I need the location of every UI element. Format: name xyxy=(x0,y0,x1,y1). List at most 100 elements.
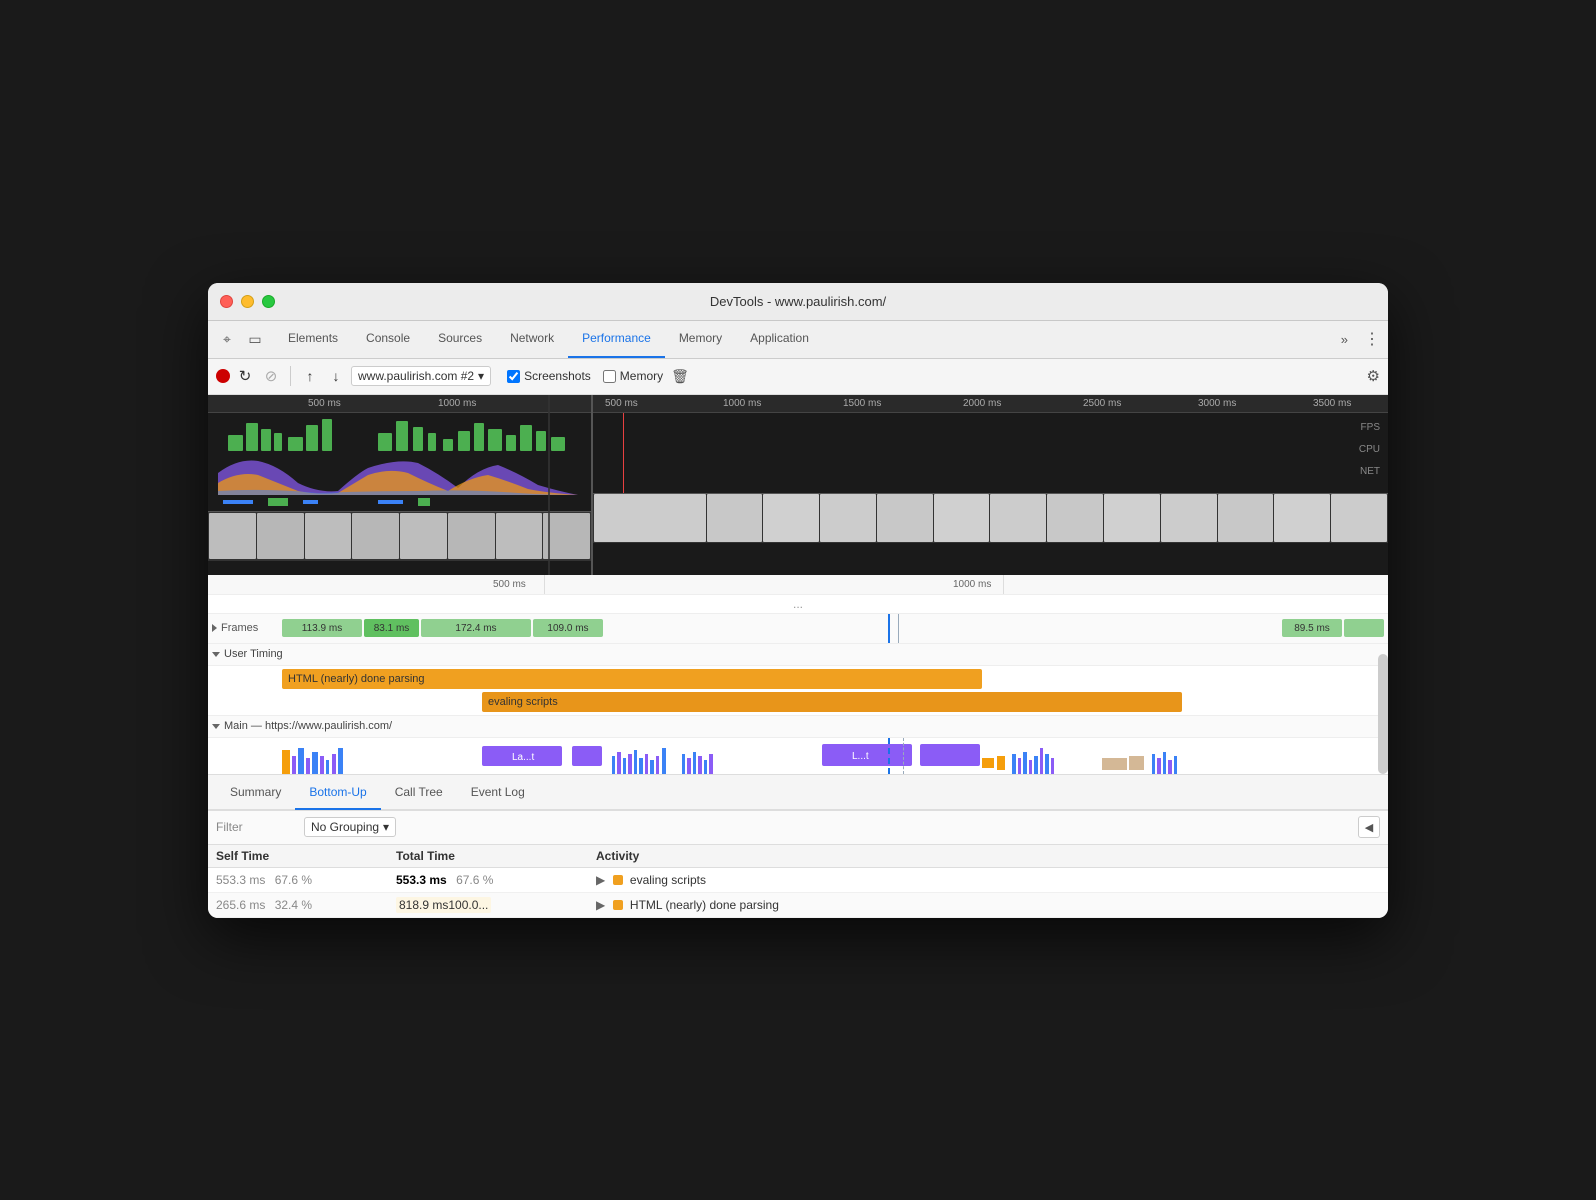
close-button[interactable] xyxy=(220,295,233,308)
svg-text:L...t: L...t xyxy=(852,751,869,762)
tab-network[interactable]: Network xyxy=(496,321,568,358)
net-label: NET xyxy=(1359,461,1380,483)
frames-expand-icon[interactable] xyxy=(212,624,217,632)
dots-separator: ... xyxy=(208,595,1388,614)
tab-event-log[interactable]: Event Log xyxy=(457,776,539,810)
timing-bar-evaling: evaling scripts xyxy=(482,692,1182,712)
table-row: 265.6 ms 32.4 % 818.9 ms100.0... ▶ HTML … xyxy=(208,892,1388,917)
header-total-time[interactable]: Total Time xyxy=(388,845,588,868)
total-time-2: 818.9 ms100.0... xyxy=(388,892,588,917)
main-label: Main — https://www.paulirish.com/ xyxy=(224,720,392,732)
frame-time-4: 109.0 ms xyxy=(547,623,588,634)
traffic-lights xyxy=(220,295,275,308)
devtools-menu-icon[interactable]: ⋮ xyxy=(1364,329,1380,349)
upload-button[interactable]: ↑ xyxy=(299,365,321,387)
expand-icon-1[interactable]: ▶ xyxy=(596,873,605,887)
frame-time-5: 89.5 ms xyxy=(1294,623,1330,634)
activity-color-1 xyxy=(613,875,623,885)
filter-row: Filter No Grouping ▾ ◀ xyxy=(208,811,1388,845)
screenshots-label: Screenshots xyxy=(524,369,591,383)
activity-2: ▶ HTML (nearly) done parsing xyxy=(588,892,1388,917)
flame-scrollbar[interactable] xyxy=(1378,654,1388,774)
data-table-container: Self Time Total Time Activity 553.3 ms 6… xyxy=(208,845,1388,918)
ruler-500: 500 ms xyxy=(605,398,638,409)
activity-color-2 xyxy=(613,900,623,910)
self-time-value-2: 265.6 ms xyxy=(216,898,265,912)
device-icon[interactable]: ▭ xyxy=(244,328,266,350)
ruler-2500: 2500 ms xyxy=(1083,398,1121,409)
stop-button[interactable]: ⊘ xyxy=(260,365,282,387)
tab-performance[interactable]: Performance xyxy=(568,321,665,358)
total-time-value-2: 818.9 ms100.0... xyxy=(396,897,491,913)
tab-summary[interactable]: Summary xyxy=(216,776,295,810)
toolbar-divider-1 xyxy=(290,366,291,386)
total-pct-1: 67.6 % xyxy=(456,873,493,887)
frame-time-1: 113.9 ms xyxy=(302,623,342,634)
ruler-1500: 1500 ms xyxy=(843,398,881,409)
grouping-select[interactable]: No Grouping ▾ xyxy=(304,817,396,837)
frame-4: 109.0 ms xyxy=(533,619,603,637)
total-time-value-1: 553.3 ms xyxy=(396,873,447,887)
recording-selector[interactable]: www.paulirish.com #2 ▾ xyxy=(351,366,491,386)
memory-checkbox[interactable] xyxy=(603,370,616,383)
tab-bottom-up[interactable]: Bottom-Up xyxy=(295,776,380,810)
nav-tabs: Elements Console Sources Network Perform… xyxy=(274,321,1333,358)
tab-call-tree[interactable]: Call Tree xyxy=(381,776,457,810)
tab-memory[interactable]: Memory xyxy=(665,321,736,358)
main-track: La...t xyxy=(208,738,1388,774)
timing-bar-evaling-label: evaling scripts xyxy=(488,696,558,708)
activity-1: ▶ evaling scripts xyxy=(588,867,1388,892)
collapse-button[interactable]: ◀ xyxy=(1358,816,1380,838)
inspect-icon[interactable]: ⌖ xyxy=(216,328,238,350)
time-axis: 500 ms 1000 ms xyxy=(208,575,1388,595)
download-button[interactable]: ↓ xyxy=(325,365,347,387)
self-pct-2: 32.4 % xyxy=(275,898,312,912)
frames-content: 113.9 ms 83.1 ms 172.4 ms 109.0 ms 89.5 … xyxy=(282,619,1384,637)
tab-sources[interactable]: Sources xyxy=(424,321,496,358)
more-tabs-button[interactable]: » xyxy=(1333,332,1356,347)
table-row: 553.3 ms 67.6 % 553.3 ms 67.6 % ▶ evalin… xyxy=(208,867,1388,892)
frame-6 xyxy=(1344,619,1384,637)
flame-chart-area: 500 ms 1000 ms ... Frames 113.9 ms 83.1 … xyxy=(208,575,1388,775)
left-ruler-1000: 1000 ms xyxy=(438,398,476,409)
frame-time-2: 83.1 ms xyxy=(374,623,410,634)
time-500: 500 ms xyxy=(493,579,526,590)
header-activity[interactable]: Activity xyxy=(588,845,1388,868)
screenshots-checkbox-group: Screenshots xyxy=(507,369,591,383)
clear-button[interactable]: 🗑 xyxy=(671,368,689,385)
main-expand-icon[interactable] xyxy=(212,724,220,729)
reload-button[interactable]: ↻ xyxy=(234,365,256,387)
toolbar: ↻ ⊘ ↑ ↓ www.paulirish.com #2 ▾ Screensho… xyxy=(208,359,1388,395)
self-time-1: 553.3 ms 67.6 % xyxy=(208,867,388,892)
cpu-label: CPU xyxy=(1359,439,1380,461)
nav-icons: ⌖ ▭ xyxy=(216,328,266,350)
timing-bars: HTML (nearly) done parsing evaling scrip… xyxy=(208,666,1388,715)
ruler-1000: 1000 ms xyxy=(723,398,761,409)
self-time-value-1: 553.3 ms xyxy=(216,873,265,887)
frame-1: 113.9 ms xyxy=(282,619,362,637)
data-table: Self Time Total Time Activity 553.3 ms 6… xyxy=(208,845,1388,918)
url-value: www.paulirish.com #2 xyxy=(358,369,474,383)
overview-panel[interactable]: 500 ms 1000 ms xyxy=(208,395,1388,575)
frame-5: 89.5 ms xyxy=(1282,619,1342,637)
record-button[interactable] xyxy=(216,369,230,383)
main-header: Main — https://www.paulirish.com/ xyxy=(208,716,1388,738)
devtools-nav: ⌖ ▭ Elements Console Sources Network Per… xyxy=(208,321,1388,359)
settings-button[interactable]: ⚙ xyxy=(1367,367,1380,385)
user-timing-expand-icon[interactable] xyxy=(212,652,220,657)
filter-label: Filter xyxy=(216,820,296,834)
title-bar: DevTools - www.paulirish.com/ xyxy=(208,283,1388,321)
expand-icon-2[interactable]: ▶ xyxy=(596,898,605,912)
user-timing-header: User Timing xyxy=(208,644,1388,666)
minimize-button[interactable] xyxy=(241,295,254,308)
ruler-2000: 2000 ms xyxy=(963,398,1001,409)
header-self-time[interactable]: Self Time xyxy=(208,845,388,868)
screenshots-checkbox[interactable] xyxy=(507,370,520,383)
grouping-dropdown-icon: ▾ xyxy=(383,820,389,834)
tab-elements[interactable]: Elements xyxy=(274,321,352,358)
frame-2: 83.1 ms xyxy=(364,619,419,637)
maximize-button[interactable] xyxy=(262,295,275,308)
tab-console[interactable]: Console xyxy=(352,321,424,358)
tab-application[interactable]: Application xyxy=(736,321,823,358)
toolbar-checkboxes: Screenshots Memory xyxy=(507,369,663,383)
